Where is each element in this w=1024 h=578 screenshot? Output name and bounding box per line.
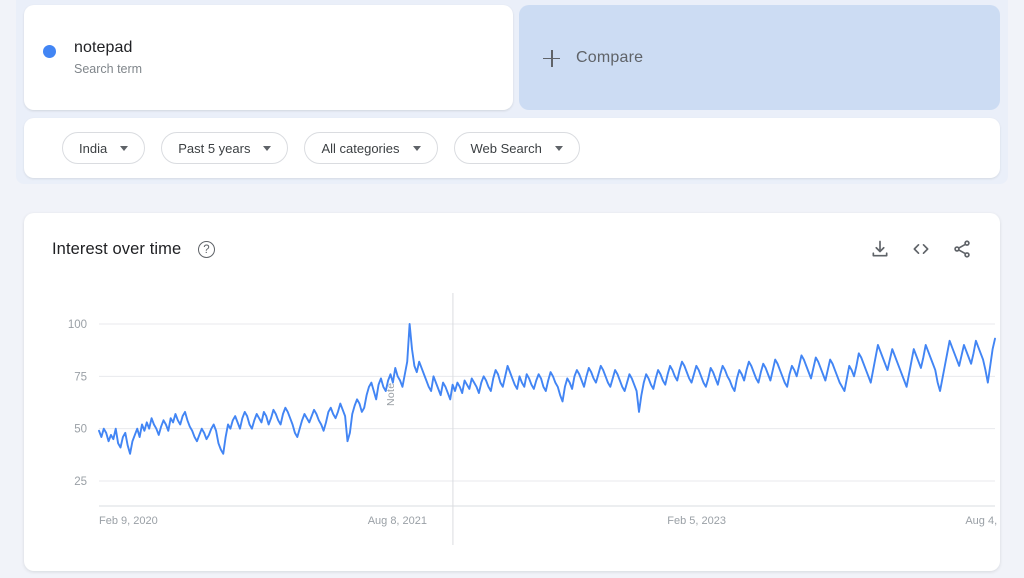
chart-header: Interest over time ? xyxy=(24,213,1000,283)
download-icon[interactable] xyxy=(870,239,890,259)
filter-chip-location[interactable]: India xyxy=(62,132,146,164)
y-axis-tick-label: 100 xyxy=(68,319,87,331)
search-term-card[interactable]: notepad Search term xyxy=(24,5,513,110)
search-term-label: notepad xyxy=(74,39,133,56)
help-icon[interactable]: ? xyxy=(198,241,215,258)
plus-icon xyxy=(543,49,560,67)
x-axis-tick-label: Feb 9, 2020 xyxy=(99,515,158,527)
x-axis-tick-label: Feb 5, 2023 xyxy=(667,515,726,527)
x-axis-tick-label: Aug 4, 2024 xyxy=(965,515,1000,527)
compare-card[interactable]: Compare xyxy=(519,5,1000,110)
search-term-type-label: Search term xyxy=(74,62,143,76)
trend-line xyxy=(98,323,996,455)
filter-chip-search-type[interactable]: Web Search xyxy=(453,132,580,164)
plot-svg: 25 50 75 100 Feb 9, 2020 Aug 8, 2021 Feb 5, 20… xyxy=(68,293,1000,545)
google-trends-page: notepad Search term Compare India Past 5… xyxy=(0,0,1024,578)
embed-code-icon[interactable] xyxy=(911,239,931,259)
y-axis-tick-label: 50 xyxy=(74,424,87,436)
note-annotation-label: Note xyxy=(385,382,397,406)
series-color-dot xyxy=(43,45,56,58)
filter-chip-time-range[interactable]: Past 5 years xyxy=(161,132,289,164)
search-terms-row: notepad Search term Compare xyxy=(24,5,1000,110)
filter-chip-row: India Past 5 years All categories Web Se… xyxy=(62,132,580,164)
filter-chip-time-range-label: Past 5 years xyxy=(178,140,251,156)
interest-over-time-plot[interactable]: 25 50 75 100 Feb 9, 2020 Aug 8, 2021 Feb 5, 20… xyxy=(24,283,1000,571)
chevron-down-icon xyxy=(263,145,272,151)
compare-label: Compare xyxy=(576,49,644,66)
chevron-down-icon xyxy=(120,145,129,151)
y-axis-tick-label: 75 xyxy=(74,371,87,383)
compare-inner: Compare xyxy=(543,49,643,67)
filter-chip-category-label: All categories xyxy=(321,140,400,156)
share-icon[interactable] xyxy=(952,239,972,259)
y-axis-tick-label: 25 xyxy=(74,476,87,488)
chevron-down-icon xyxy=(554,145,563,151)
filter-chip-category[interactable]: All categories xyxy=(304,132,438,164)
x-axis-tick-label: Aug 8, 2021 xyxy=(368,515,427,527)
query-zone: notepad Search term Compare India Past 5… xyxy=(16,0,1008,184)
chart-title: Interest over time xyxy=(52,240,182,258)
chevron-down-icon xyxy=(412,145,421,151)
filter-bar: India Past 5 years All categories Web Se… xyxy=(24,118,1000,178)
interest-over-time-card: Interest over time ? 25 50 75 100 Feb 9,… xyxy=(24,213,1000,571)
filter-chip-search-type-label: Web Search xyxy=(470,140,542,156)
filter-chip-location-label: India xyxy=(79,140,108,156)
chart-actions xyxy=(870,239,972,259)
